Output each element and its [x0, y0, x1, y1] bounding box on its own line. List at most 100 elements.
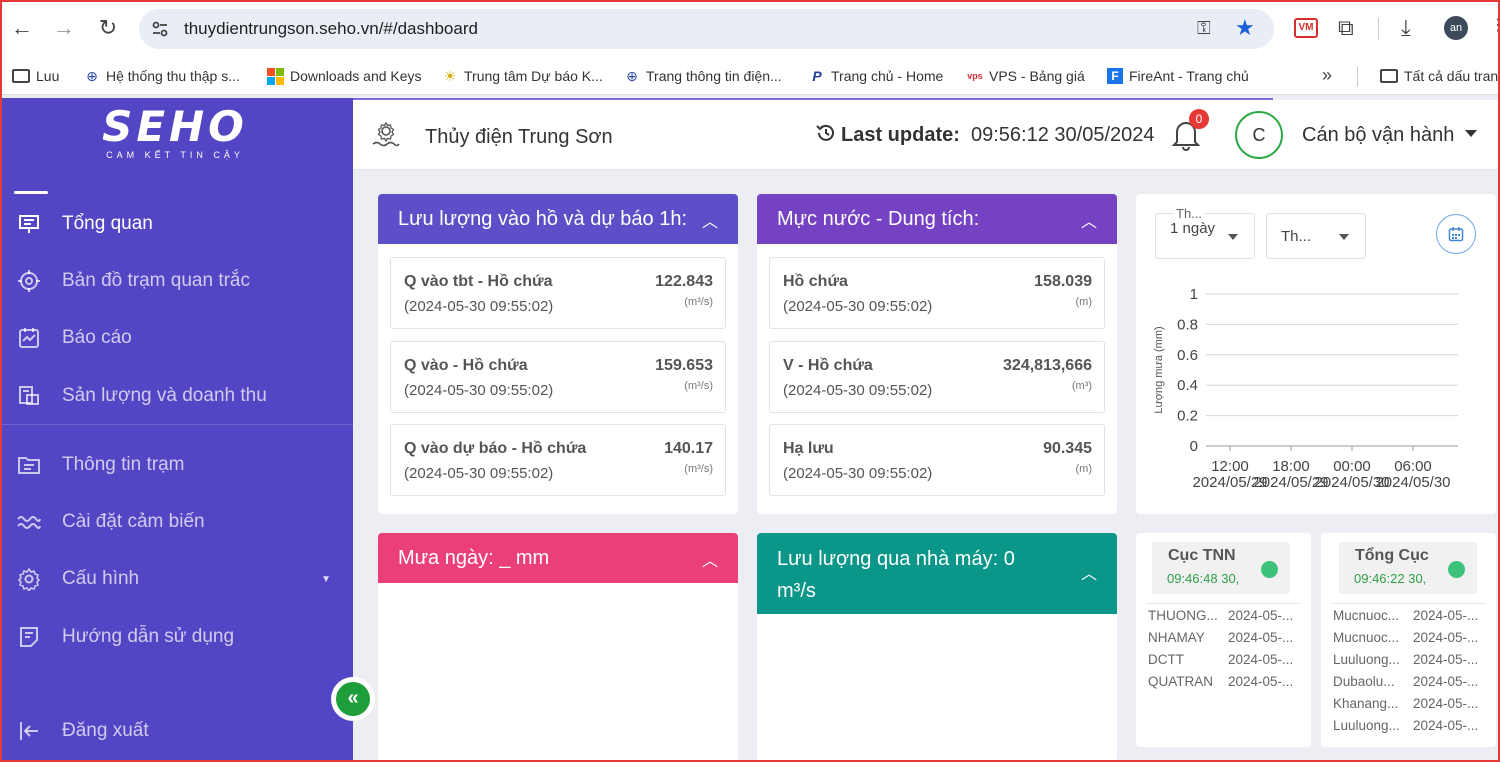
bookmark-all[interactable]: Tất cả dấu trang: [1380, 65, 1500, 87]
chart-y-tick-label: 0.4: [1177, 377, 1198, 394]
plant-flow-card: Lưu lượng qua nhà máy: 0 m³/s ︿: [757, 533, 1117, 762]
card-title-line2: m³/s: [777, 580, 816, 602]
chart-y-tick-label: 0.8: [1177, 316, 1198, 333]
rainfall-chart-card: Th... 1 ngày Th... 1 0.8 0.6 0.4 0.2 0 Lượng m…: [1136, 194, 1496, 514]
sidebar-item-label: Cài đặt cảm biến: [62, 511, 205, 532]
chart-y-tick-label: 1: [1190, 286, 1198, 303]
loading-bar: [353, 98, 1273, 100]
metric-time: (2024-05-30 09:55:02): [783, 382, 933, 399]
browser-menu-icon[interactable]: ⋮: [1490, 15, 1500, 35]
bookmark-trang-chu[interactable]: P Trang chủ - Home: [809, 65, 943, 87]
sidebar-divider: [0, 424, 353, 425]
download-icon[interactable]: ⤓: [1401, 15, 1411, 41]
address-bar[interactable]: thuydientrungson.seho.vn/#/dashboard ⚿ ★: [139, 9, 1274, 49]
sidebar-item-label: Tổng quan: [62, 213, 153, 234]
bookmark-downloads[interactable]: Downloads and Keys: [267, 65, 422, 87]
sidebar-item-dang-xuat[interactable]: Đăng xuất: [0, 711, 353, 751]
metric-value: 158.039: [1034, 273, 1092, 290]
bookmark-luu[interactable]: Luu: [12, 65, 59, 87]
sidebar-item-tong-quan[interactable]: Tổng quan: [0, 204, 353, 244]
metric-unit: (m³/s): [684, 380, 713, 392]
chevron-up-icon[interactable]: ︿: [1081, 208, 1097, 232]
water-level-card-header[interactable]: Mực nước - Dung tích: ︿: [757, 194, 1117, 244]
bookmark-trang-thong-tin[interactable]: ⊕ Trang thông tin điện...: [624, 65, 782, 87]
rain-day-card: Mưa ngày: _ mm ︿: [378, 533, 738, 762]
folder-icon: [1380, 69, 1398, 83]
row-date: 2024-05-...: [1228, 652, 1294, 667]
sidebar-item-label: Sản lượng và doanh thu: [62, 385, 267, 406]
more-bookmarks-icon[interactable]: »: [1322, 65, 1332, 86]
metric-time: (2024-05-30 09:55:02): [404, 298, 554, 315]
inflow-card-header[interactable]: Lưu lượng vào hồ và dự báo 1h: ︿: [378, 194, 738, 244]
plant-flow-card-header[interactable]: Lưu lượng qua nhà máy: 0 m³/s ︿: [757, 533, 1117, 614]
sidebar-item-cau-hinh[interactable]: Cấu hình ▼: [0, 559, 353, 599]
chart-x-tick-date: 2024/05/30: [1375, 474, 1450, 491]
station-card-header[interactable]: Cục TNN 09:46:48 30,: [1152, 542, 1290, 594]
metric-time: (2024-05-30 09:55:02): [404, 465, 554, 482]
bookmark-label: Trang chủ - Home: [831, 68, 944, 84]
metric-time: (2024-05-30 09:55:02): [404, 382, 554, 399]
sidebar-item-huong-dan[interactable]: Hướng dẫn sử dụng: [0, 617, 353, 657]
metric-value: 159.653: [655, 357, 713, 374]
chevron-up-icon[interactable]: ︿: [1081, 559, 1097, 591]
metric-unit: (m): [1075, 463, 1093, 475]
double-chevron-left-icon: «: [336, 682, 370, 716]
site-settings-icon[interactable]: [151, 20, 169, 38]
water-level-card: Mực nước - Dung tích: ︿ Hồ chứa (2024-05…: [757, 194, 1117, 514]
bookmark-star-icon[interactable]: ★: [1235, 15, 1255, 41]
sidebar-item-label: Bản đồ trạm quan trắc: [62, 270, 250, 291]
user-avatar[interactable]: C: [1235, 111, 1283, 159]
extensions-puzzle-icon[interactable]: ⧉: [1338, 15, 1354, 41]
chevron-up-icon[interactable]: ︿: [702, 547, 718, 571]
bookmark-du-bao[interactable]: ☀ Trung tâm Dự báo K...: [442, 65, 603, 87]
back-arrow-icon[interactable]: ←: [10, 16, 34, 40]
station-card-header[interactable]: Tổng Cục 09:46:22 30,: [1339, 542, 1477, 594]
seho-logo[interactable]: SEHO CAM KẾT TIN CẬY: [90, 106, 260, 166]
metric-value: 90.345: [1043, 440, 1092, 457]
hydro-station-icon: [372, 121, 400, 147]
metric-value: 122.843: [655, 273, 713, 290]
vm-extension-icon[interactable]: VM: [1294, 18, 1318, 38]
calendar-button[interactable]: [1436, 214, 1476, 254]
period-select[interactable]: Th... 1 ngày: [1155, 206, 1255, 259]
bookmark-fireant[interactable]: F FireAnt - Trang chủ: [1107, 65, 1249, 87]
logout-icon: [16, 718, 42, 744]
profile-avatar[interactable]: an: [1444, 16, 1468, 40]
url-text[interactable]: thuydientrungson.seho.vn/#/dashboard: [184, 19, 478, 39]
billing-icon: [16, 383, 42, 409]
status-dot: [1448, 561, 1465, 578]
chevron-up-icon[interactable]: ︿: [702, 208, 718, 232]
station-select[interactable]: Th...: [1266, 213, 1366, 259]
rainfall-line-chart: 1 0.8 0.6 0.4 0.2 0 Lượng mưa (mm) 12:00 2024/05…: [1153, 286, 1458, 491]
collapse-sidebar-button[interactable]: «: [331, 677, 375, 721]
chart-y-tick-label: 0.2: [1177, 408, 1198, 425]
sidebar-item-bao-cao[interactable]: Báo cáo: [0, 318, 353, 358]
sidebar-item-ban-do[interactable]: Bản đồ trạm quan trắc: [0, 261, 353, 301]
caret-down-icon[interactable]: [1465, 130, 1477, 137]
row-date: 2024-05-...: [1228, 608, 1294, 623]
card-title: Mực nước - Dung tích:: [777, 208, 980, 230]
gear-icon: [16, 566, 42, 592]
last-update-value: 09:56:12 30/05/2024: [971, 124, 1155, 146]
bookmark-he-thong[interactable]: ⊕ Hệ thống thu thập s...: [84, 65, 240, 87]
sidebar-item-thong-tin-tram[interactable]: Thông tin trạm: [0, 445, 353, 485]
metric-time: (2024-05-30 09:55:02): [783, 465, 933, 482]
metric-unit: (m): [1075, 296, 1093, 308]
row-name: Khanang...: [1333, 696, 1399, 711]
rain-day-card-header[interactable]: Mưa ngày: _ mm ︿: [378, 533, 738, 583]
caret-down-icon: ▼: [321, 573, 331, 585]
bookmark-vps[interactable]: vps VPS - Bảng giá: [967, 65, 1085, 87]
fireant-logo-icon: F: [1107, 68, 1123, 84]
sidebar-item-cai-dat-cam-bien[interactable]: Cài đặt cảm biến: [0, 502, 353, 542]
chart-x-tick-time: 18:00: [1272, 458, 1310, 475]
card-title: Mưa ngày: _ mm: [398, 547, 550, 569]
forward-arrow-icon[interactable]: →: [52, 16, 76, 40]
user-role-menu[interactable]: Cán bộ vận hành: [1302, 124, 1454, 147]
reload-icon[interactable]: ↻: [96, 16, 120, 40]
caret-down-icon: [1339, 234, 1349, 240]
row-name: Luuluong...: [1333, 652, 1400, 667]
sidebar-item-san-luong[interactable]: Sản lượng và doanh thu: [0, 376, 353, 416]
select-label: Th...: [1174, 206, 1205, 221]
logo-tagline: CAM KẾT TIN CẬY: [106, 150, 244, 160]
password-key-icon[interactable]: ⚿: [1197, 18, 1211, 39]
